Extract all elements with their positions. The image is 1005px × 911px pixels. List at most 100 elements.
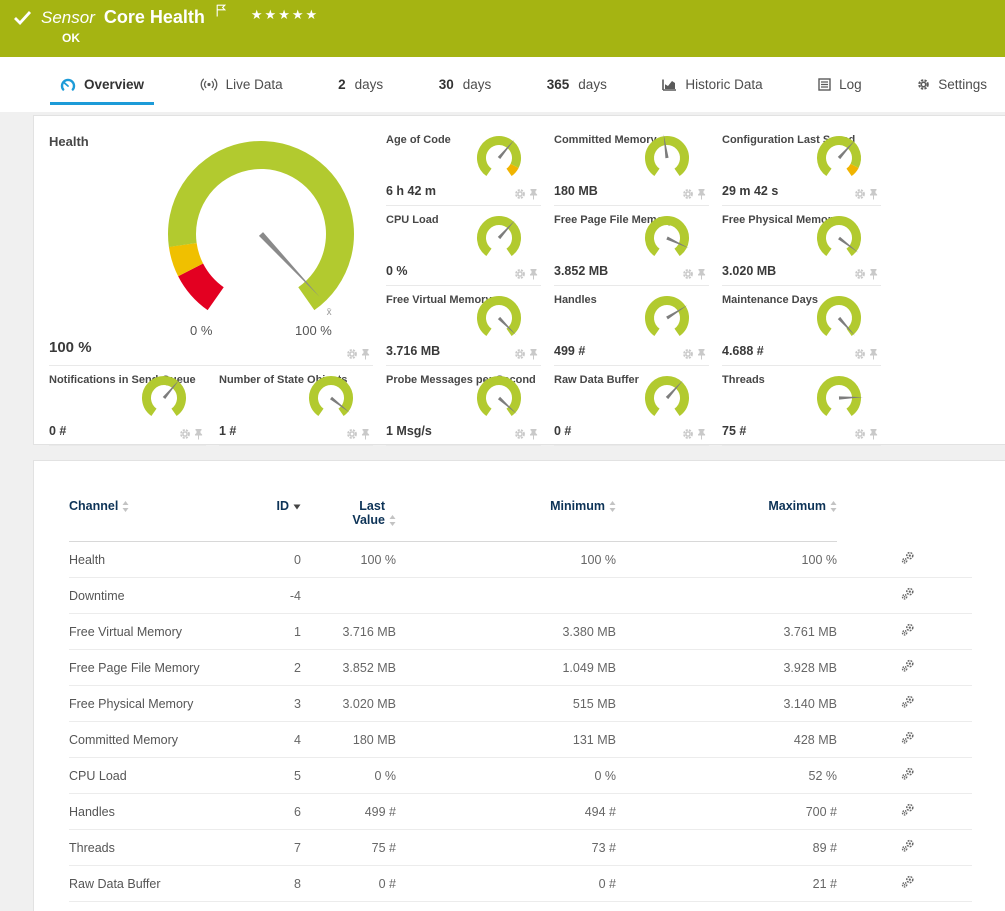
gauge-tile-age-of-code: Age of Code6 h 42 m [386, 126, 541, 206]
channel-id: 6 [249, 794, 301, 830]
log-icon [818, 78, 831, 91]
tab-365-days[interactable]: 365days [543, 57, 611, 112]
gauge-settings-gear-icon[interactable] [682, 428, 694, 440]
tab-label: Historic Data [685, 77, 762, 92]
tab-2-days[interactable]: 2days [334, 57, 387, 112]
channel-maximum: 3.761 MB [616, 614, 837, 650]
channel-gauge [136, 372, 192, 424]
channel-row-handles: Handles6499 #494 #700 # [69, 794, 972, 830]
tab-historic-data[interactable]: Historic Data [658, 57, 766, 112]
gauge-tile-notifications-in-send-queue: Notifications in Send Queue0 # [49, 366, 206, 446]
channel-row-free-page-file-memory: Free Page File Memory23.852 MB1.049 MB3.… [69, 650, 972, 686]
gauge-settings-gear-icon[interactable] [514, 188, 526, 200]
svg-text:x̄: x̄ [327, 307, 332, 318]
gauge-settings-gear-icon[interactable] [854, 428, 866, 440]
gauge-settings-gear-icon[interactable] [179, 428, 191, 440]
tab-log[interactable]: Log [814, 57, 866, 112]
gauge-value: 180 MB [554, 184, 598, 198]
tab-label: Log [839, 77, 862, 92]
gauge-pin-icon[interactable] [361, 348, 370, 360]
priority-stars[interactable]: ★★★★★ [251, 7, 319, 23]
gauge-pin-icon[interactable] [697, 268, 706, 280]
channel-id: 4 [249, 722, 301, 758]
gauge-settings-gear-icon[interactable] [514, 348, 526, 360]
tab-bar: Overview Live Data 2days 30days 365days Histo… [0, 57, 1005, 112]
channel-name: CPU Load [69, 758, 249, 794]
channel-settings-icon[interactable] [901, 551, 915, 565]
gauge-pin-icon[interactable] [697, 348, 706, 360]
channel-name: Committed Memory [69, 722, 249, 758]
gauge-settings-gear-icon[interactable] [854, 268, 866, 280]
gauge-settings-gear-icon[interactable] [854, 348, 866, 360]
gauge-tile-icons [346, 348, 370, 360]
channel-minimum: 0 # [396, 866, 616, 902]
gauge-value: 29 m 42 s [722, 184, 778, 198]
column-header-channel[interactable]: Channel [69, 499, 249, 542]
gauge-pin-icon[interactable] [869, 428, 878, 440]
channel-row-raw-data-buffer: Raw Data Buffer80 #0 #21 # [69, 866, 972, 902]
channel-maximum: 700 # [616, 794, 837, 830]
gauge-settings-gear-icon[interactable] [854, 188, 866, 200]
gauge-pin-icon[interactable] [869, 188, 878, 200]
column-header-last-value[interactable]: Last Value [301, 499, 396, 542]
column-label: Minimum [550, 499, 605, 513]
channel-id: -4 [249, 578, 301, 614]
gauge-tile-configuration-last-saved: Configuration Last Saved29 m 42 s [722, 126, 881, 206]
gauge-settings-gear-icon[interactable] [346, 428, 358, 440]
gauge-pin-icon[interactable] [529, 348, 538, 360]
channel-settings-icon[interactable] [901, 839, 915, 853]
channel-settings-icon[interactable] [901, 803, 915, 817]
flag-icon[interactable] [216, 4, 226, 22]
channel-minimum [396, 578, 616, 614]
channel-settings-icon[interactable] [901, 731, 915, 745]
gauge-value: 100 % [49, 339, 92, 356]
gauge-pin-icon[interactable] [529, 188, 538, 200]
gauge-settings-gear-icon[interactable] [682, 188, 694, 200]
gauge-settings-gear-icon[interactable] [514, 428, 526, 440]
tab-30-days[interactable]: 30days [435, 57, 496, 112]
channel-gauge [303, 372, 359, 424]
gauge-value: 499 # [554, 344, 585, 358]
tab-overview[interactable]: Overview [56, 57, 148, 112]
channel-settings-icon[interactable] [901, 623, 915, 637]
gauge-value: 75 # [722, 424, 746, 438]
column-label: Channel [69, 499, 118, 513]
gauge-settings-gear-icon[interactable] [682, 348, 694, 360]
gauge-pin-icon[interactable] [529, 268, 538, 280]
channel-gauge [811, 212, 867, 264]
gauge-title: Maintenance Days [722, 294, 818, 306]
gauge-pin-icon[interactable] [194, 428, 203, 440]
column-header-minimum[interactable]: Minimum [396, 499, 616, 542]
gauge-value: 3.020 MB [722, 264, 776, 278]
gauge-pin-icon[interactable] [869, 348, 878, 360]
channel-id: 2 [249, 650, 301, 686]
gauge-settings-gear-icon[interactable] [682, 268, 694, 280]
gauge-tile-handles: Handles499 # [554, 286, 709, 366]
channel-settings-icon[interactable] [901, 767, 915, 781]
gauge-pin-icon[interactable] [697, 428, 706, 440]
column-header-id[interactable]: ID [249, 499, 301, 542]
gauge-pin-icon[interactable] [361, 428, 370, 440]
column-label: Maximum [768, 499, 826, 513]
tab-settings[interactable]: Settings [913, 57, 991, 112]
channel-maximum: 21 # [616, 866, 837, 902]
gauge-settings-gear-icon[interactable] [514, 268, 526, 280]
gauge-settings-gear-icon[interactable] [346, 348, 358, 360]
channel-gauge [639, 372, 695, 424]
channel-settings-icon[interactable] [901, 875, 915, 889]
gauge-pin-icon[interactable] [869, 268, 878, 280]
channel-gauge [639, 212, 695, 264]
tab-live-data[interactable]: Live Data [196, 57, 287, 112]
gauge-pin-icon[interactable] [697, 188, 706, 200]
gauge-tile-threads: Threads75 # [722, 366, 881, 446]
channel-settings-icon[interactable] [901, 587, 915, 601]
column-header-maximum[interactable]: Maximum [616, 499, 837, 542]
gauge-pin-icon[interactable] [529, 428, 538, 440]
channel-name: Health [69, 542, 249, 578]
gauge-tile-number-of-state-objects: Number of State Objects1 # [219, 366, 373, 446]
channel-settings-icon[interactable] [901, 695, 915, 709]
channel-settings-icon[interactable] [901, 659, 915, 673]
channel-maximum: 428 MB [616, 722, 837, 758]
channel-id: 7 [249, 830, 301, 866]
gauge-value: 4.688 # [722, 344, 764, 358]
